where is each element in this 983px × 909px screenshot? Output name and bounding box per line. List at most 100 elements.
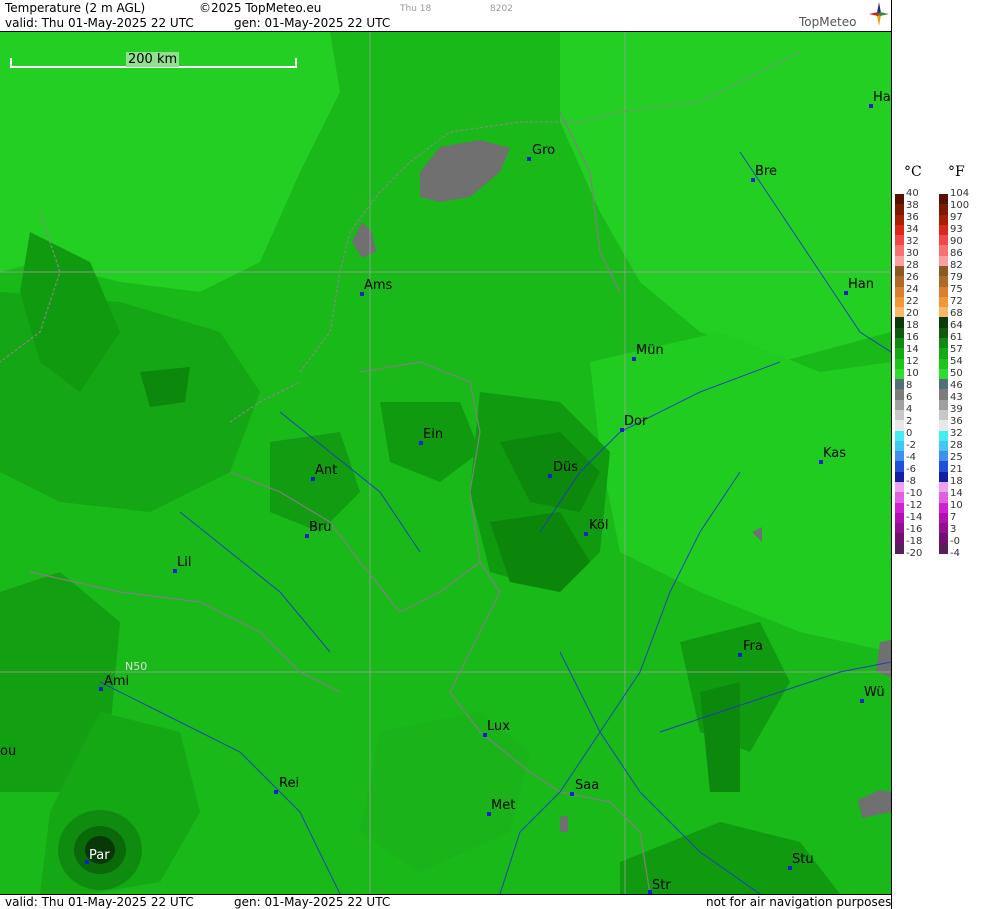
city-label: Ams (364, 278, 393, 293)
fahrenheit-tick-label: 97 (950, 212, 963, 223)
legend-color-swatch (895, 399, 904, 411)
fahrenheit-tick-label: 18 (950, 476, 963, 487)
legend-color-swatch (939, 307, 948, 318)
topmeteo-logo[interactable]: TopMeteo (795, 2, 891, 30)
celsius-tick-label: -12 (906, 500, 923, 511)
celsius-tick-label: 4 (906, 404, 913, 415)
celsius-color-bar (895, 194, 904, 555)
legend-color-swatch (895, 440, 904, 452)
legend-color-swatch (939, 317, 948, 329)
celsius-tick-label: -4 (906, 452, 916, 463)
legend-color-swatch (895, 471, 904, 483)
legend-color-swatch (895, 327, 904, 339)
run-code: 8202 (490, 4, 513, 14)
legend-color-swatch (895, 214, 904, 226)
celsius-tick-label: 8 (906, 380, 913, 391)
legend-color-swatch (895, 276, 904, 288)
valid-time: valid: Thu 01-May-2025 22 UTC (5, 16, 194, 30)
legend-color-swatch (895, 296, 904, 308)
celsius-tick-label: 38 (906, 200, 919, 211)
legend-color-swatch (895, 379, 904, 390)
legend-color-swatch (895, 235, 904, 246)
legend-color-swatch (895, 338, 904, 349)
city-marker[interactable] (584, 532, 588, 536)
fahrenheit-tick-label: 86 (950, 248, 963, 259)
fahrenheit-tick-label: 46 (950, 380, 963, 391)
celsius-tick-label: 10 (906, 368, 919, 379)
city-label: Fra (743, 639, 763, 654)
fahrenheit-tick-label: 79 (950, 272, 963, 283)
celsius-tick-label: -2 (906, 440, 916, 451)
legend-color-swatch (939, 502, 948, 514)
legend-color-swatch (939, 471, 948, 483)
legend-color-swatch (895, 451, 904, 462)
celsius-unit: °C (904, 164, 922, 180)
legend-color-swatch (939, 440, 948, 452)
fahrenheit-tick-label: 72 (950, 296, 963, 307)
fahrenheit-tick-label: 25 (950, 452, 963, 463)
fahrenheit-tick-label: 10 (950, 500, 963, 511)
legend-color-swatch (939, 451, 948, 462)
temperature-map[interactable]: 200 km N50 Gro Bre Ha Ams Han Mün Ein Do… (0, 32, 891, 894)
legend-color-swatch (895, 245, 904, 257)
city-marker[interactable] (274, 790, 278, 794)
fahrenheit-tick-label: -4 (950, 548, 960, 559)
legend-color-swatch (939, 523, 948, 534)
fahrenheit-tick-label: -0 (950, 536, 960, 547)
city-label: Ha (873, 90, 891, 105)
legend-color-swatch (895, 420, 904, 432)
legend-color-swatch (939, 389, 948, 401)
fahrenheit-tick-label: 7 (950, 512, 957, 523)
city-label: Han (848, 277, 874, 292)
fahrenheit-tick-label: 21 (950, 464, 963, 475)
city-label: Ein (423, 427, 444, 442)
legend-color-swatch (895, 255, 904, 267)
legend-color-swatch (895, 482, 904, 493)
celsius-tick-label: 24 (906, 284, 919, 295)
legend-color-swatch (939, 399, 948, 411)
legend-color-swatch (939, 255, 948, 267)
celsius-tick-label: 6 (906, 392, 913, 403)
celsius-tick-label: -18 (906, 536, 923, 547)
legend-color-swatch (939, 245, 948, 257)
city-label: ou (0, 744, 17, 759)
city-label: Met (491, 798, 516, 813)
legend-color-swatch (939, 348, 948, 360)
fahrenheit-tick-label: 93 (950, 224, 963, 235)
fahrenheit-color-bar (939, 194, 948, 555)
city-label: Lil (177, 555, 192, 570)
legend-color-swatch (895, 523, 904, 534)
map-title: Temperature (2 m AGL) (5, 1, 146, 15)
navigation-disclaimer: not for air navigation purposes (706, 895, 892, 909)
legend-color-swatch (939, 296, 948, 308)
city-label: Ant (315, 463, 338, 478)
celsius-tick-label: -6 (906, 464, 916, 475)
city-label: Str (652, 878, 671, 893)
city-marker[interactable] (99, 687, 103, 691)
city-label: Stu (792, 852, 814, 867)
compass-icon (869, 2, 889, 26)
celsius-tick-label: 26 (906, 272, 919, 283)
map-header: Temperature (2 m AGL) ©2025 TopMeteo.eu … (0, 0, 891, 32)
city-label: Mün (636, 343, 664, 358)
celsius-tick-label: 32 (906, 236, 919, 247)
legend-color-swatch (895, 224, 904, 236)
celsius-tick-label: 14 (906, 344, 919, 355)
legend-color-swatch (895, 533, 904, 545)
city-marker[interactable] (548, 474, 552, 478)
legend-color-swatch (895, 410, 904, 421)
legend-color-swatch (939, 430, 948, 442)
legend-color-swatch (939, 276, 948, 288)
legend-color-swatch (895, 492, 904, 504)
city-label: Rei (279, 776, 300, 791)
city-marker[interactable] (738, 653, 742, 657)
celsius-tick-label: 12 (906, 356, 919, 367)
celsius-tick-label: 36 (906, 212, 919, 223)
scale-label: 200 km (126, 52, 180, 67)
city-marker[interactable] (527, 157, 531, 161)
legend-color-swatch (895, 307, 904, 318)
celsius-tick-label: -16 (906, 524, 923, 535)
fahrenheit-tick-label: 43 (950, 392, 963, 403)
legend-color-swatch (895, 348, 904, 360)
city-marker[interactable] (570, 792, 574, 796)
